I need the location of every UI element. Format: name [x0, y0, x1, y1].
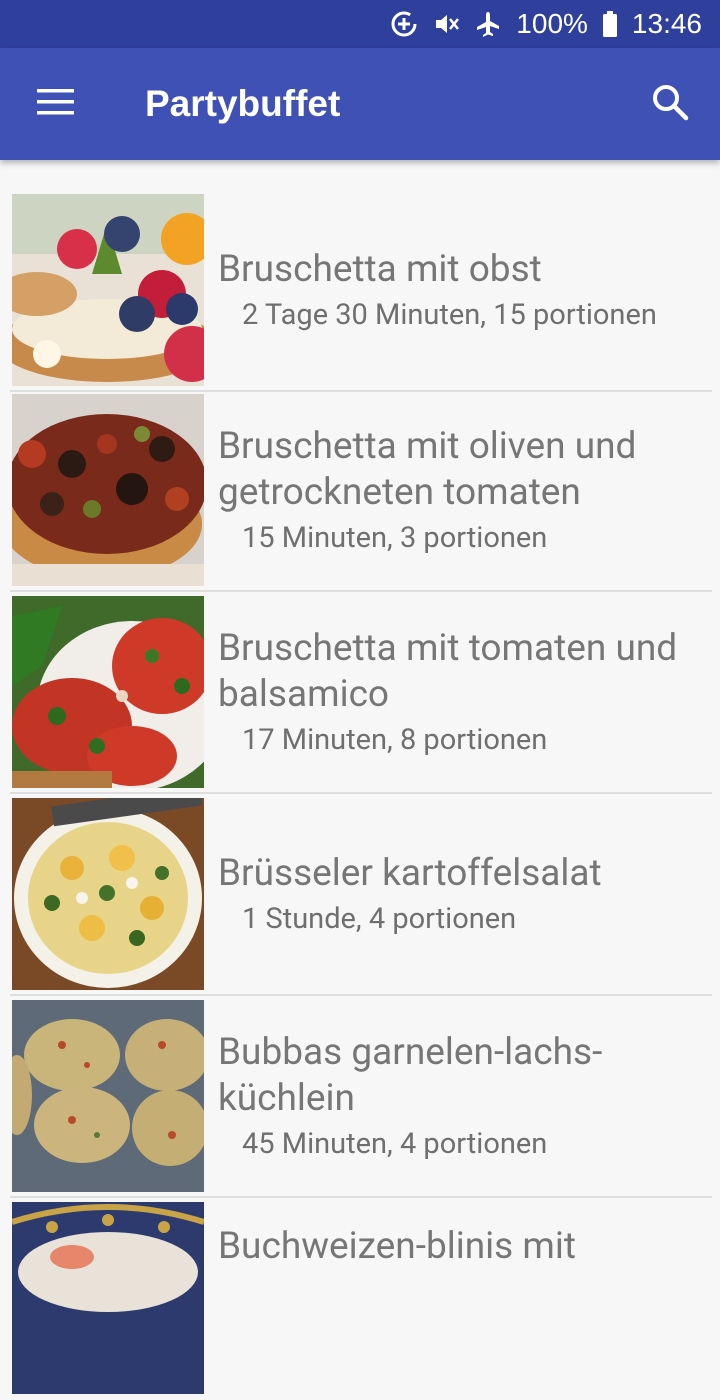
mute-icon — [432, 10, 460, 38]
airplane-mode-icon — [474, 10, 502, 38]
recipe-title: Bruschetta mit tomaten und balsamico — [218, 627, 678, 716]
list-item[interactable]: Buchweizen-blinis mit — [10, 1200, 712, 1400]
list-item[interactable]: Bruschetta mit tomaten und balsamico 17 … — [10, 594, 712, 794]
search-icon — [651, 83, 689, 125]
recipe-meta: 45 Minuten, 4 portionen — [242, 1127, 548, 1161]
search-button[interactable] — [642, 78, 698, 130]
recipe-title: Bruschetta mit obst — [218, 248, 542, 291]
recipe-thumbnail-fruit-bruschetta — [12, 194, 204, 386]
list-item[interactable]: Bruschetta mit oliven und getrockneten t… — [10, 392, 712, 592]
app-bar: Partybuffet — [0, 48, 720, 160]
recipe-thumbnail-buckwheat-blinis — [12, 1202, 204, 1394]
data-saver-icon — [390, 10, 418, 38]
menu-button[interactable] — [24, 78, 88, 130]
recipe-meta: 2 Tage 30 Minuten, 15 portionen — [242, 298, 657, 332]
recipe-meta: 1 Stunde, 4 portionen — [242, 902, 517, 936]
recipe-title: Buchweizen-blinis mit — [218, 1225, 576, 1268]
recipe-thumbnail-olive-bruschetta — [12, 394, 204, 586]
list-item[interactable]: Bruschetta mit obst 2 Tage 30 Minuten, 1… — [10, 192, 712, 392]
recipe-meta: 17 Minuten, 8 portionen — [242, 723, 548, 757]
battery-icon — [602, 10, 618, 38]
page-title: Partybuffet — [145, 83, 341, 124]
recipe-thumbnail-tomato-bruschetta — [12, 596, 204, 788]
recipe-title: Bubbas garnelen-lachs-küchlein — [218, 1031, 603, 1120]
recipe-meta: 15 Minuten, 3 portionen — [242, 521, 548, 555]
list-item[interactable]: Bubbas garnelen-lachs-küchlein 45 Minute… — [10, 998, 712, 1198]
recipe-title: Brüsseler kartoffelsalat — [218, 852, 602, 895]
recipe-thumbnail-potato-salad — [12, 798, 204, 990]
hamburger-menu-icon — [36, 87, 76, 121]
status-bar: 100% 13:46 — [0, 0, 720, 48]
list-item[interactable]: Brüsseler kartoffelsalat 1 Stunde, 4 por… — [10, 796, 712, 996]
recipe-title: Bruschetta mit oliven und getrockneten t… — [218, 425, 637, 514]
clock: 13:46 — [631, 8, 702, 39]
recipe-thumbnail-shrimp-salmon-cakes — [12, 1000, 204, 1192]
battery-percent: 100% — [516, 8, 588, 39]
